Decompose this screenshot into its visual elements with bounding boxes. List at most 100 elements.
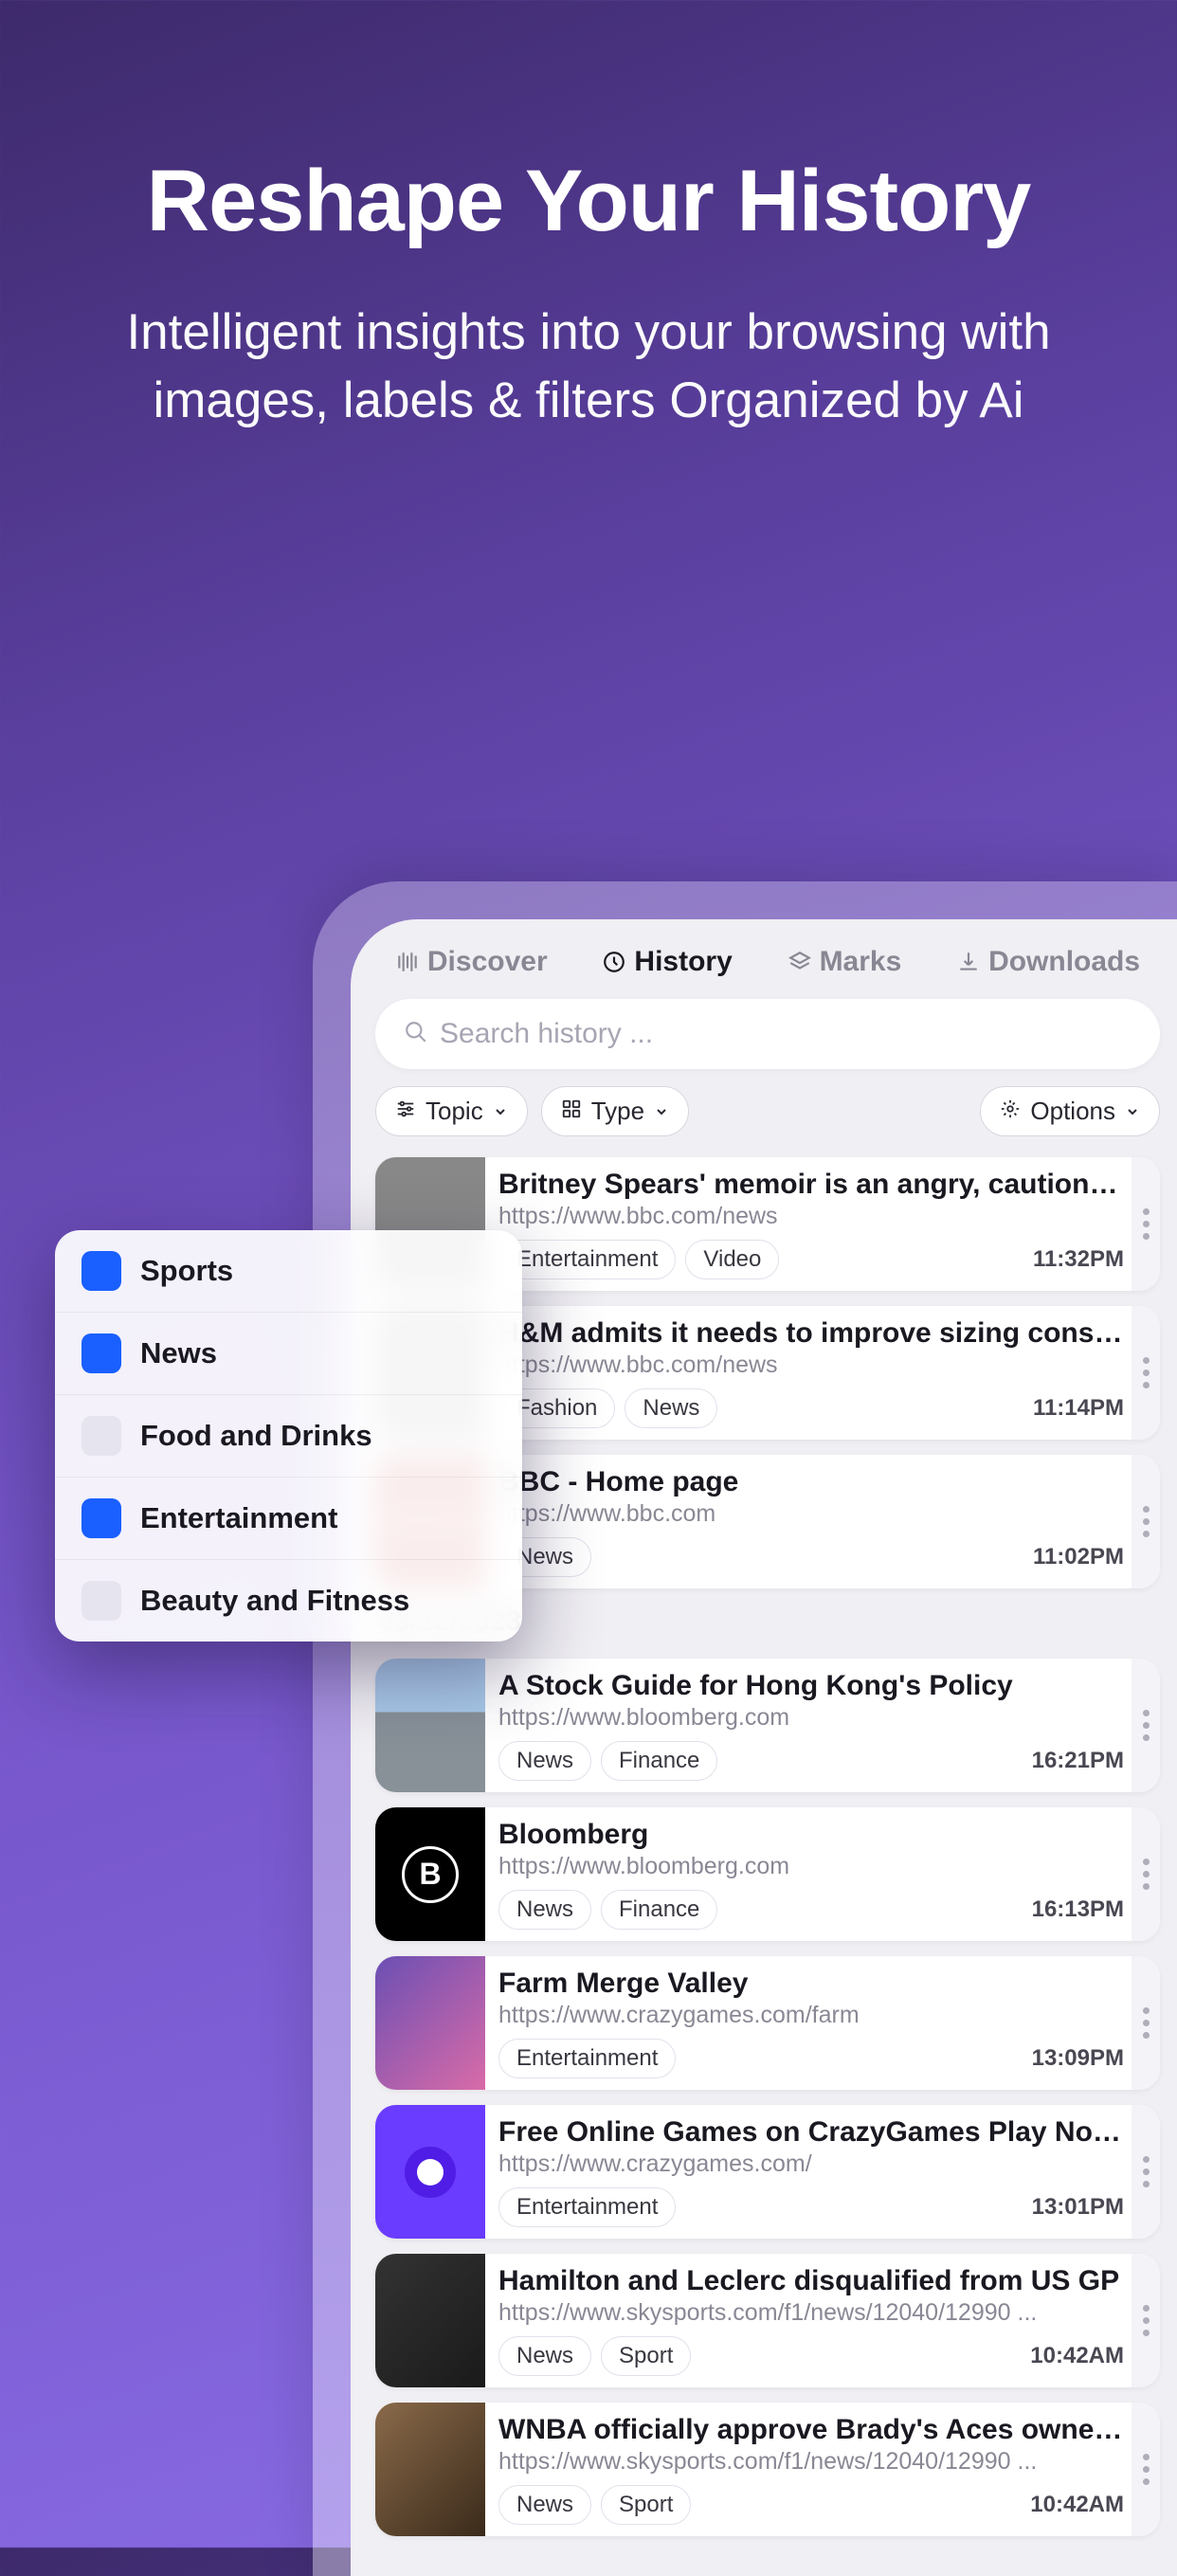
bloomberg-thumb: B (375, 1807, 485, 1941)
download-icon (956, 950, 981, 974)
item-url: https://www.skysports.com/f1/news/12040/… (498, 2448, 1124, 2476)
more-options-button[interactable] (1132, 2403, 1160, 2536)
history-icon (602, 950, 626, 974)
topic-label: Food and Drinks (140, 1419, 372, 1453)
tab-bar: Discover History Marks Downloads (351, 919, 1177, 999)
history-item[interactable]: Farm Merge Valley https://www.crazygames… (375, 1956, 1160, 2090)
tab-history-label: History (634, 946, 732, 978)
item-title: A Stock Guide for Hong Kong's Policy (498, 1670, 1124, 1702)
history-item[interactable]: Free Online Games on CrazyGames Play Now… (375, 2105, 1160, 2239)
chevron-down-icon (654, 1097, 669, 1126)
checkbox[interactable] (81, 1581, 121, 1621)
more-options-button[interactable] (1132, 2105, 1160, 2239)
item-time: 11:02PM (1033, 1544, 1124, 1570)
thumb-image (375, 1659, 485, 1792)
item-time: 11:14PM (1033, 1395, 1124, 1422)
chevron-down-icon (493, 1097, 508, 1126)
discover-icon (395, 950, 420, 974)
tab-downloads[interactable]: Downloads (956, 946, 1140, 978)
category-tag: News (498, 1741, 591, 1781)
filter-options-label: Options (1030, 1097, 1115, 1126)
category-tag: News (498, 1890, 591, 1930)
item-title: WNBA officially approve Brady's Aces own… (498, 2414, 1124, 2446)
category-tag: Finance (601, 1890, 717, 1930)
checkbox[interactable] (81, 1333, 121, 1373)
history-item[interactable]: A Stock Guide for Hong Kong's Policy htt… (375, 1659, 1160, 1792)
topic-filter-item[interactable]: Sports (55, 1230, 522, 1313)
item-url: https://www.bloomberg.com (498, 1704, 1124, 1732)
tab-downloads-label: Downloads (988, 946, 1140, 978)
grid-icon (561, 1097, 582, 1126)
more-options-button[interactable] (1132, 2254, 1160, 2387)
filter-topic[interactable]: Topic (375, 1086, 528, 1136)
topic-filter-item[interactable]: News (55, 1313, 522, 1395)
gear-icon (1000, 1097, 1021, 1126)
item-time: 13:09PM (1032, 2045, 1124, 2072)
item-url: https://www.bbc.com/news (498, 1351, 1124, 1379)
item-time: 16:21PM (1032, 1748, 1124, 1774)
item-title: BBC - Home page (498, 1466, 1124, 1498)
item-title: Britney Spears' memoir is an angry, caut… (498, 1169, 1124, 1201)
tab-marks-label: Marks (820, 946, 902, 978)
search-bar[interactable] (375, 999, 1160, 1069)
topic-popover: Sports News Food and Drinks Entertainmen… (55, 1230, 522, 1642)
filter-type[interactable]: Type (541, 1086, 689, 1136)
category-tag: Video (685, 1240, 779, 1279)
topic-filter-item[interactable]: Food and Drinks (55, 1395, 522, 1478)
filter-topic-label: Topic (426, 1097, 483, 1126)
item-url: https://www.bloomberg.com (498, 1853, 1124, 1880)
filter-options[interactable]: Options (980, 1086, 1160, 1136)
topic-filter-item[interactable]: Beauty and Fitness (55, 1560, 522, 1642)
category-tag: Entertainment (498, 1240, 676, 1279)
history-list: A Stock Guide for Hong Kong's Policy htt… (375, 1659, 1160, 2536)
marks-icon (788, 950, 812, 974)
topic-label: Entertainment (140, 1501, 337, 1535)
more-options-button[interactable] (1132, 1956, 1160, 2090)
category-tag: Sport (601, 2485, 691, 2525)
history-item[interactable]: WNBA officially approve Brady's Aces own… (375, 2403, 1160, 2536)
item-title: Farm Merge Valley (498, 1968, 1124, 2000)
tab-discover-label: Discover (427, 946, 548, 978)
more-options-button[interactable] (1132, 1306, 1160, 1440)
checkbox[interactable] (81, 1416, 121, 1456)
hero-subtitle: Intelligent insights into your browsing … (76, 299, 1101, 434)
checkbox[interactable] (81, 1251, 121, 1291)
item-title: Hamilton and Leclerc disqualified from U… (498, 2265, 1124, 2297)
more-options-button[interactable] (1132, 1455, 1160, 1588)
more-options-button[interactable] (1132, 1659, 1160, 1792)
thumb-image (375, 2254, 485, 2387)
topic-label: Sports (140, 1254, 233, 1288)
search-input[interactable] (440, 1018, 1132, 1050)
item-title: Free Online Games on CrazyGames Play Now… (498, 2116, 1124, 2149)
thumb-image (375, 1956, 485, 2090)
category-tag: News (625, 1388, 717, 1428)
item-url: https://www.skysports.com/f1/news/12040/… (498, 2299, 1124, 2327)
category-tag: Finance (601, 1741, 717, 1781)
more-options-button[interactable] (1132, 1807, 1160, 1941)
category-tag: News (498, 2485, 591, 2525)
category-tag: Entertainment (498, 2187, 676, 2227)
chevron-down-icon (1125, 1097, 1140, 1126)
tab-marks[interactable]: Marks (788, 946, 902, 978)
topic-filter-item[interactable]: Entertainment (55, 1478, 522, 1560)
history-item[interactable]: B Bloomberg https://www.bloomberg.com Ne… (375, 1807, 1160, 1941)
hero-title: Reshape Your History (76, 152, 1101, 251)
item-title: H&M admits it needs to improve sizing co… (498, 1317, 1124, 1350)
more-options-button[interactable] (1132, 1157, 1160, 1291)
item-time: 13:01PM (1032, 2194, 1124, 2221)
item-url: https://www.crazygames.com/ (498, 2150, 1124, 2178)
item-time: 10:42AM (1030, 2343, 1124, 2369)
checkbox[interactable] (81, 1498, 121, 1538)
item-url: https://www.bbc.com/news (498, 1203, 1124, 1230)
device-frame: Discover History Marks Downloads (313, 881, 1177, 2576)
item-title: Bloomberg (498, 1819, 1124, 1851)
item-time: 10:42AM (1030, 2492, 1124, 2518)
category-tag: Entertainment (498, 2039, 676, 2078)
tab-discover[interactable]: Discover (395, 946, 548, 978)
history-item[interactable]: Hamilton and Leclerc disqualified from U… (375, 2254, 1160, 2387)
sliders-icon (395, 1097, 416, 1126)
category-tag: News (498, 2336, 591, 2376)
filter-type-label: Type (591, 1097, 644, 1126)
topic-label: News (140, 1336, 217, 1370)
tab-history[interactable]: History (602, 946, 732, 978)
